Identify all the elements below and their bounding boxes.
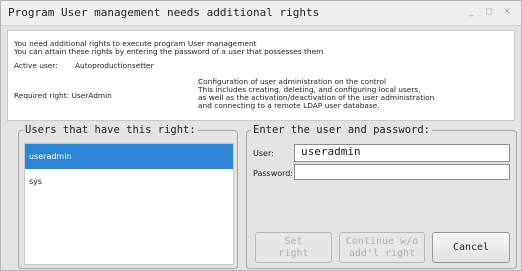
title-bar[interactable]: Program User management needs additional… <box>1 1 521 26</box>
right-description-line: and connecting to a remote LDAP user dat… <box>198 101 380 110</box>
login-panel: Enter the user and password: User: usera… <box>246 124 517 269</box>
list-item[interactable]: sys <box>25 169 233 194</box>
set-right-label-line: Set <box>284 235 303 247</box>
close-icon[interactable]: ✕ <box>501 6 513 18</box>
users-list[interactable]: useradmin sys <box>24 143 234 265</box>
login-panel-legend: Enter the user and password: <box>251 124 433 137</box>
cancel-label: Cancel <box>452 241 490 253</box>
info-line-2: You can attain these rights by entering … <box>14 47 324 56</box>
continue-without-right-button[interactable]: Continue w/o add'l right <box>339 232 425 263</box>
users-panel: Users that have this right: useradmin sy… <box>18 124 238 269</box>
active-user-label: Active user: <box>14 61 58 70</box>
cancel-button[interactable]: Cancel <box>432 232 510 263</box>
password-label: Password: <box>253 169 294 178</box>
users-panel-legend: Users that have this right: <box>23 124 198 137</box>
continue-label-line: add'l right <box>348 247 416 259</box>
window-controls: _ ◻ ✕ <box>465 6 513 18</box>
minimize-icon[interactable]: _ <box>465 6 477 18</box>
user-input[interactable]: useradmin <box>294 144 510 162</box>
user-label: User: <box>253 149 274 158</box>
active-user-value: Autoproductionsetter <box>75 61 154 70</box>
set-right-label-line: right <box>278 247 309 259</box>
set-right-button[interactable]: Set right <box>255 232 332 263</box>
maximize-icon[interactable]: ◻ <box>483 6 495 18</box>
required-right: Required right: UserAdmin <box>14 91 112 100</box>
password-input[interactable] <box>294 164 510 180</box>
info-box: You need additional rights to execute pr… <box>7 30 515 121</box>
window-title: Program User management needs additional… <box>8 6 320 19</box>
dialog-window: Program User management needs additional… <box>0 0 522 271</box>
continue-label-line: Continue w/o <box>345 235 419 247</box>
list-item[interactable]: useradmin <box>25 144 233 169</box>
